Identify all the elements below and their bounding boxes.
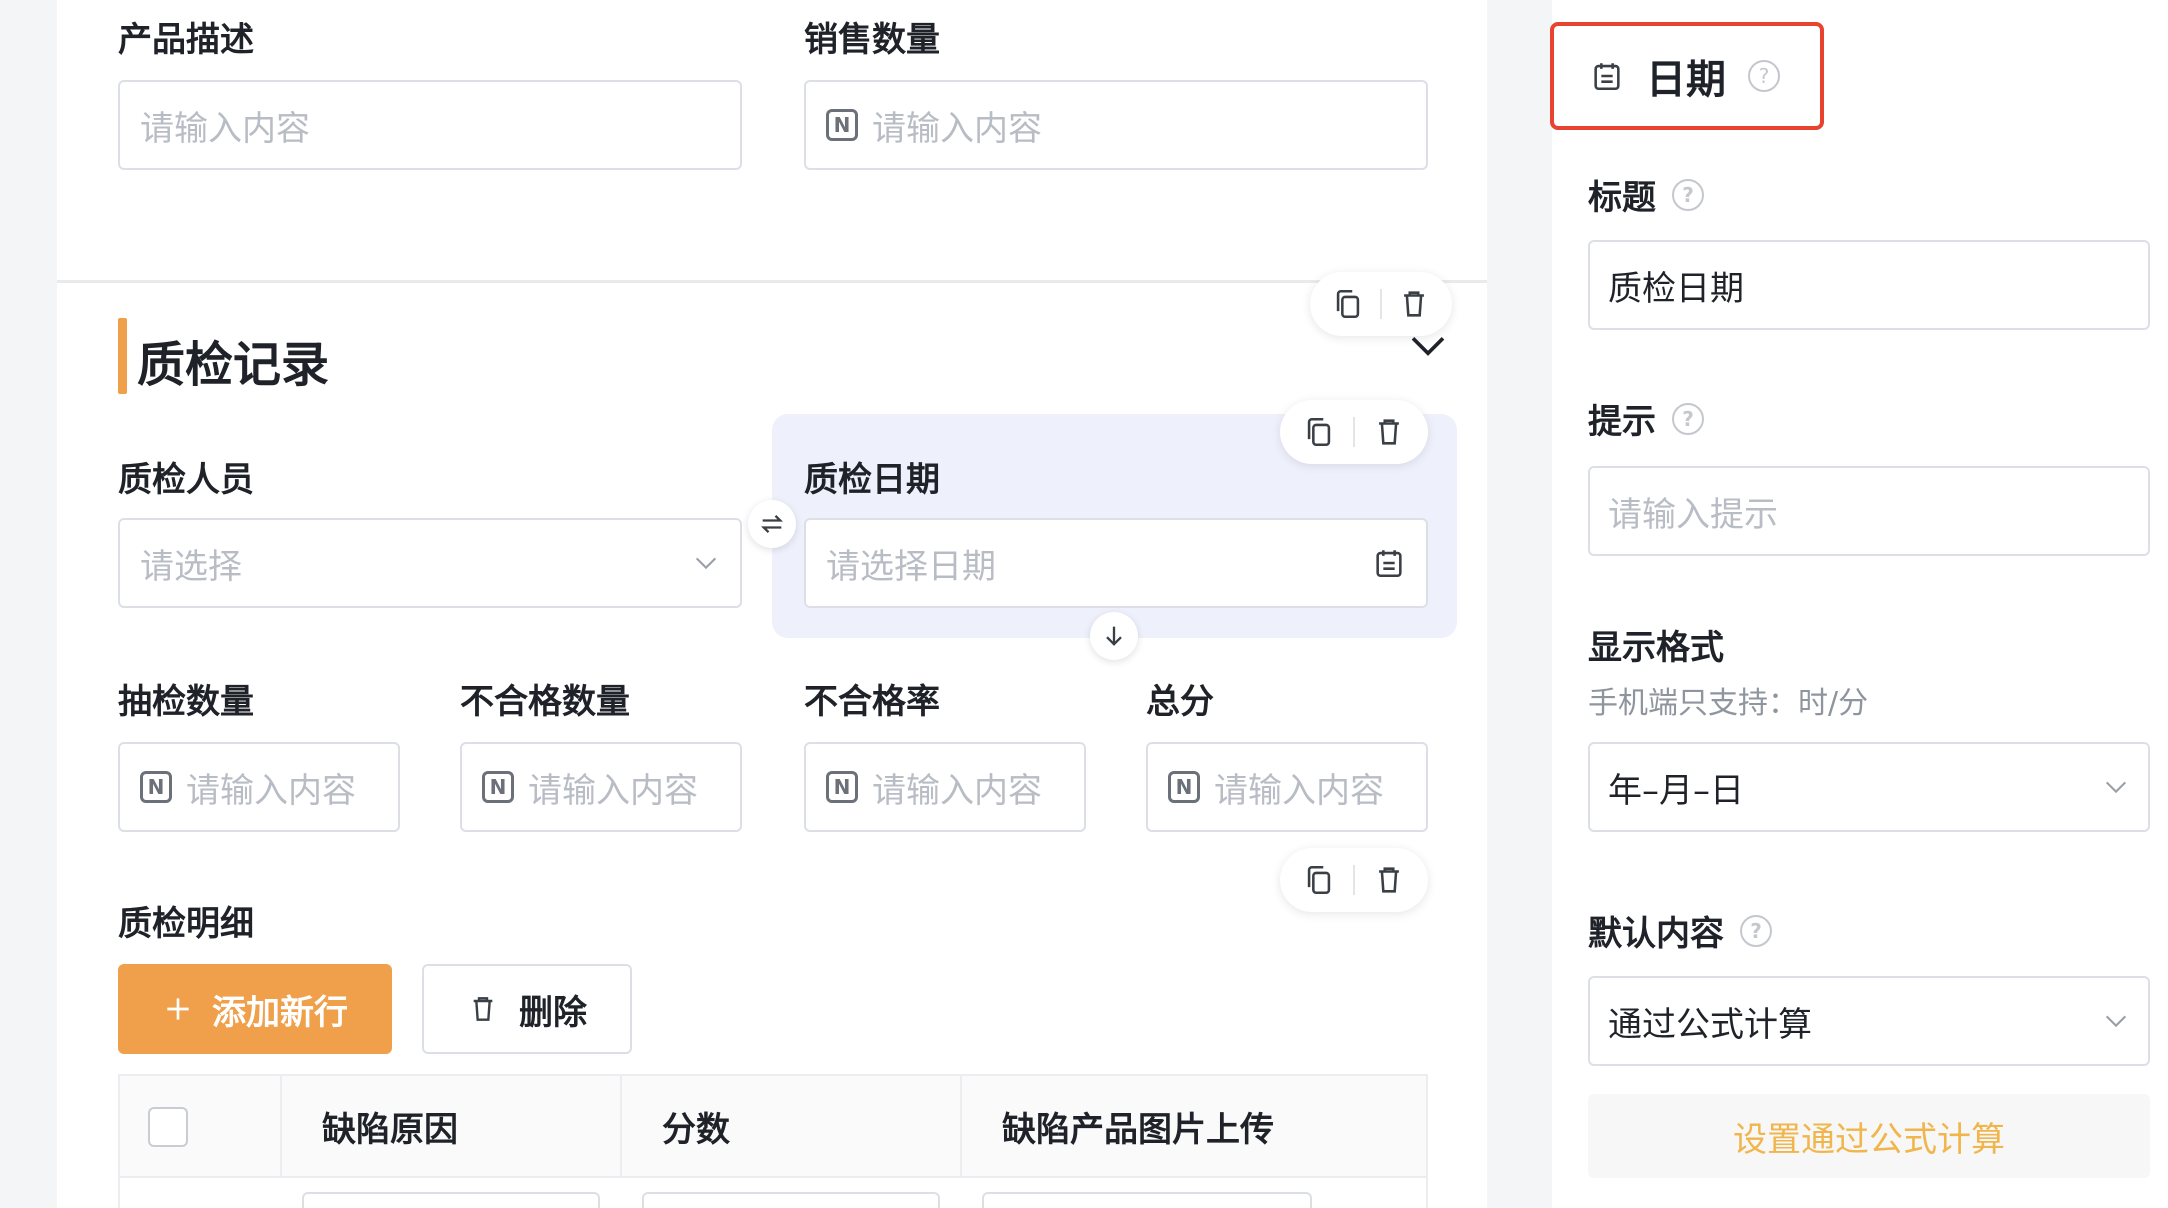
inspect-date-label: 质检日期 — [804, 460, 940, 500]
product-desc-placeholder: 请输入内容 — [140, 108, 310, 149]
title-input[interactable]: 质检日期 — [1588, 240, 2150, 330]
inspector-placeholder: 请选择 — [140, 546, 242, 587]
select-all-checkbox[interactable] — [148, 1107, 188, 1147]
help-icon[interactable]: ? — [1740, 914, 1772, 947]
defect-rate-label: 不合格率 — [804, 682, 940, 722]
defect-rate-placeholder: 请输入内容 — [872, 770, 1042, 811]
trash-icon[interactable] — [1372, 863, 1406, 897]
number-icon: N — [826, 109, 858, 141]
trash-icon[interactable] — [1372, 415, 1406, 449]
section-actions — [1310, 272, 1452, 336]
swap-icon — [761, 515, 783, 533]
field-type-indicator: 日期 ? — [1550, 22, 1824, 130]
total-score-label: 总分 — [1146, 682, 1214, 722]
copy-icon[interactable] — [1302, 863, 1336, 897]
copy-icon[interactable] — [1331, 287, 1365, 321]
default-prop-text: 默认内容 — [1588, 914, 1724, 954]
calendar-icon — [1594, 63, 1620, 91]
copy-icon[interactable] — [1302, 415, 1336, 449]
product-desc-label: 产品描述 — [118, 20, 254, 60]
default-prop-label: 默认内容 ? — [1588, 906, 1772, 955]
chevron-down-icon — [2105, 781, 2127, 794]
action-separator — [1352, 865, 1355, 895]
select-column-header — [120, 1076, 282, 1176]
format-value: 年–月–日 — [1608, 770, 1744, 811]
plus-icon — [167, 998, 189, 1020]
chevron-down-icon — [695, 557, 717, 570]
field-actions — [1280, 400, 1428, 464]
action-separator — [1352, 417, 1355, 447]
defect-rate-input[interactable]: N 请输入内容 — [804, 742, 1086, 832]
product-desc-input[interactable]: 请输入内容 — [118, 80, 742, 170]
trash-icon — [473, 997, 493, 1021]
add-row-button[interactable]: 添加新行 — [118, 964, 392, 1054]
title-prop-text: 标题 — [1588, 178, 1656, 218]
collapse-chevron-icon[interactable] — [1408, 330, 1448, 360]
detail-label: 质检明细 — [118, 904, 254, 944]
hint-placeholder: 请输入提示 — [1608, 494, 1778, 535]
detail-actions — [1280, 848, 1428, 912]
section-divider — [57, 280, 1487, 283]
defect-qty-input[interactable]: N 请输入内容 — [460, 742, 742, 832]
add-row-label: 添加新行 — [212, 992, 348, 1033]
column-header-defect-reason: 缺陷原因 — [282, 1076, 622, 1176]
section-title: 质检记录 — [137, 337, 330, 393]
trash-icon[interactable] — [1397, 287, 1431, 321]
section-accent-bar — [118, 318, 127, 394]
delete-row-button[interactable]: 删除 — [422, 964, 632, 1054]
defect-qty-placeholder: 请输入内容 — [528, 770, 698, 811]
inspector-select[interactable]: 请选择 — [118, 518, 742, 608]
number-icon: N — [826, 771, 858, 803]
help-icon[interactable]: ? — [1672, 178, 1704, 211]
inspector-label: 质检人员 — [118, 460, 254, 500]
arrow-down-icon — [1106, 626, 1122, 646]
sample-qty-placeholder: 请输入内容 — [186, 770, 356, 811]
sales-qty-placeholder: 请输入内容 — [872, 108, 1042, 149]
number-icon: N — [482, 771, 514, 803]
defect-qty-label: 不合格数量 — [460, 682, 630, 722]
format-prop-text: 显示格式 — [1588, 628, 1724, 668]
total-score-input[interactable]: N 请输入内容 — [1146, 742, 1428, 832]
help-icon[interactable]: ? — [1748, 60, 1780, 92]
hint-prop-label: 提示 ? — [1588, 394, 1704, 443]
number-icon: N — [140, 771, 172, 803]
swap-button[interactable] — [748, 500, 796, 548]
hint-input[interactable]: 请输入提示 — [1588, 466, 2150, 556]
default-select[interactable]: 通过公式计算 — [1588, 976, 2150, 1066]
title-value: 质检日期 — [1608, 268, 1744, 309]
chevron-down-icon — [2105, 1015, 2127, 1028]
help-icon[interactable]: ? — [1672, 402, 1704, 435]
default-value: 通过公式计算 — [1608, 1004, 1812, 1045]
total-score-placeholder: 请输入内容 — [1214, 770, 1384, 811]
move-down-button[interactable] — [1090, 612, 1138, 660]
column-header-score: 分数 — [622, 1076, 962, 1176]
sample-qty-input[interactable]: N 请输入内容 — [118, 742, 400, 832]
sample-qty-label: 抽检数量 — [118, 682, 254, 722]
action-separator — [1379, 289, 1382, 319]
inspect-date-placeholder: 请选择日期 — [826, 546, 996, 587]
title-prop-label: 标题 ? — [1588, 170, 1704, 219]
set-formula-button[interactable]: 设置通过公式计算 — [1588, 1094, 2150, 1178]
format-prop-label: 显示格式 — [1588, 620, 1724, 669]
column-header-image-upload: 缺陷产品图片上传 — [962, 1076, 1426, 1176]
delete-row-label: 删除 — [519, 992, 587, 1033]
format-select[interactable]: 年–月–日 — [1588, 742, 2150, 832]
format-subtext: 手机端只支持：时/分 — [1588, 686, 1869, 721]
defect-reason-cell-input[interactable] — [302, 1192, 600, 1208]
field-type-label: 日期 — [1646, 57, 1726, 103]
inspect-date-picker[interactable]: 请选择日期 — [804, 518, 1428, 608]
number-icon: N — [1168, 771, 1200, 803]
detail-table: 缺陷原因 分数 缺陷产品图片上传 — [118, 1074, 1428, 1208]
score-cell-input[interactable] — [642, 1192, 940, 1208]
sales-qty-input[interactable]: N 请输入内容 — [804, 80, 1428, 170]
image-upload-cell-input[interactable] — [982, 1192, 1312, 1208]
sales-qty-label: 销售数量 — [804, 20, 940, 60]
hint-prop-text: 提示 — [1588, 402, 1656, 442]
calendar-icon — [1376, 550, 1402, 578]
